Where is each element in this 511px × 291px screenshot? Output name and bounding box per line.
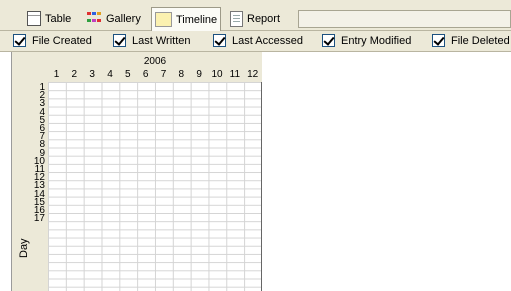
filter-file-deleted[interactable]: File Deleted bbox=[432, 34, 510, 47]
table-icon bbox=[27, 11, 41, 26]
filter-last-accessed[interactable]: Last Accessed bbox=[213, 34, 303, 47]
report-icon bbox=[230, 10, 243, 27]
month-header: 2006 1 2 3 4 5 6 7 8 9 10 11 12 bbox=[48, 52, 262, 82]
filter-file-created[interactable]: File Created bbox=[13, 34, 92, 47]
checkbox[interactable] bbox=[113, 34, 126, 47]
month-label: 7 bbox=[160, 69, 167, 80]
checkbox[interactable] bbox=[432, 34, 445, 47]
tab-label: Table bbox=[45, 12, 72, 25]
timeline-calendar: 2006 1 2 3 4 5 6 7 8 9 10 11 12 1 2 3 4 5 6 7 8 9 10 11 12 13 14… bbox=[11, 52, 262, 291]
timestamp-filter-bar: File Created Last Written Last Accessed … bbox=[0, 31, 511, 52]
month-label: 3 bbox=[89, 69, 95, 80]
filter-label: Entry Modified bbox=[341, 34, 412, 47]
filter-label: File Created bbox=[32, 34, 92, 47]
tab-timeline[interactable]: Timeline bbox=[151, 7, 222, 31]
month-label: 2 bbox=[71, 69, 78, 80]
checkbox[interactable] bbox=[213, 34, 226, 47]
month-label: 9 bbox=[196, 69, 202, 80]
gallery-icon bbox=[87, 12, 102, 25]
day-header: 1 2 3 4 5 6 7 8 9 10 11 12 13 14 15 16 17 bbox=[12, 82, 48, 291]
timeline-icon bbox=[155, 12, 172, 27]
tab-label: Gallery bbox=[106, 12, 141, 25]
month-label: 1 bbox=[53, 69, 60, 80]
tab-gallery[interactable]: Gallery bbox=[84, 8, 144, 29]
filter-label: Last Accessed bbox=[232, 34, 303, 47]
tab-bar-filler bbox=[298, 10, 511, 28]
timeline-cells[interactable] bbox=[48, 82, 262, 291]
month-label: 6 bbox=[142, 69, 149, 80]
day-label: 17 bbox=[33, 213, 45, 225]
month-label: 5 bbox=[125, 69, 131, 80]
checkbox[interactable] bbox=[322, 34, 335, 47]
month-label: 4 bbox=[107, 69, 113, 80]
month-label: 10 bbox=[211, 69, 223, 80]
filter-last-written[interactable]: Last Written bbox=[113, 34, 191, 47]
filter-label: Last Written bbox=[132, 34, 191, 47]
month-label: 12 bbox=[247, 69, 259, 80]
filter-label: File Deleted bbox=[451, 34, 510, 47]
tab-label: Timeline bbox=[176, 13, 218, 26]
grid-corner bbox=[12, 52, 48, 82]
tab-report[interactable]: Report bbox=[227, 8, 283, 29]
tab-table[interactable]: Table bbox=[24, 8, 74, 29]
tab-label: Report bbox=[247, 12, 281, 25]
day-axis-label: Day bbox=[18, 238, 30, 258]
filter-entry-modified[interactable]: Entry Modified bbox=[322, 34, 411, 47]
year-label: 2006 bbox=[143, 56, 167, 67]
view-tab-bar: Table Gallery Timeline Report bbox=[0, 0, 511, 31]
month-label: 8 bbox=[178, 69, 185, 80]
checkbox[interactable] bbox=[13, 34, 26, 47]
month-label: 11 bbox=[229, 69, 241, 80]
